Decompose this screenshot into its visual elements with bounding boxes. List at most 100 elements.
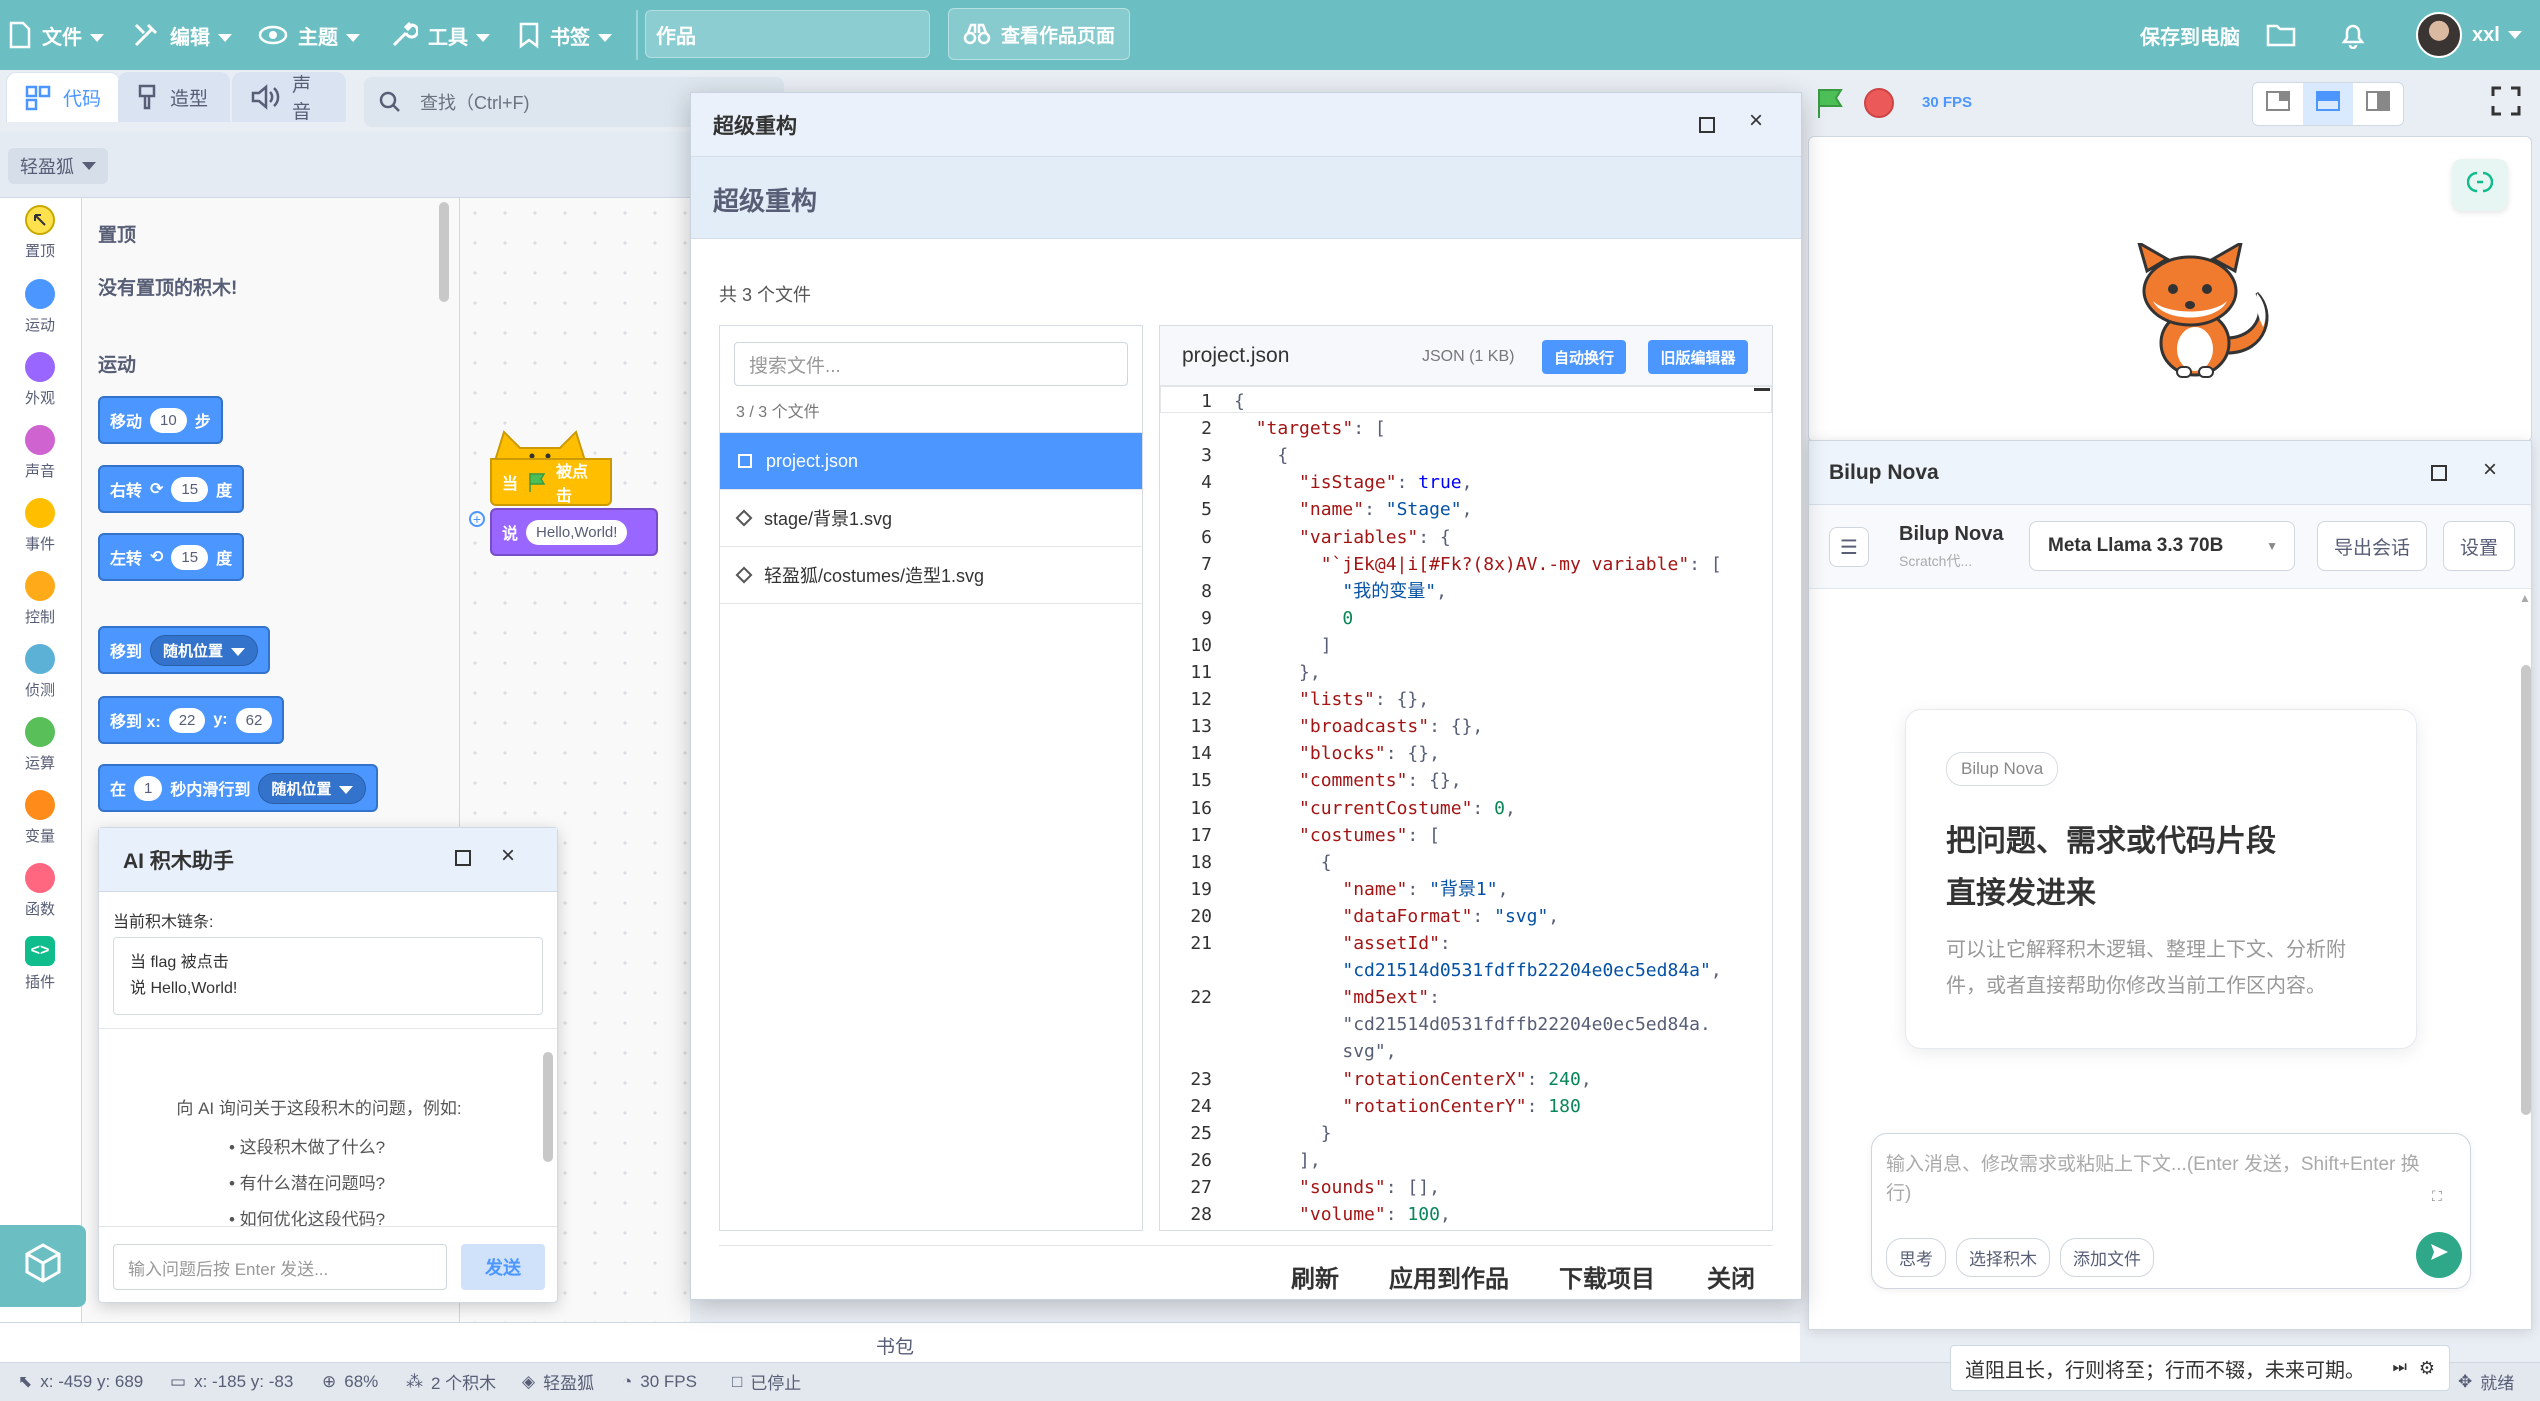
pick-blocks-button[interactable]: 选择积木 [1956, 1238, 2050, 1277]
refresh-button[interactable]: 刷新 [1291, 1259, 1339, 1294]
goto-target-dropdown[interactable]: 随机位置 [150, 634, 259, 666]
category-pinned[interactable]: 置顶 [0, 205, 80, 261]
normal-stage-button[interactable] [2303, 83, 2353, 125]
goto-block[interactable]: 移到 随机位置 [98, 626, 271, 674]
tab-code[interactable]: 代码 [6, 72, 121, 122]
code-line: 23 "rotationCenterX": 240, [1160, 1066, 1770, 1093]
category-events[interactable]: 事件 [0, 498, 80, 554]
ai-helper-input[interactable]: 输入问题后按 Enter 发送... [113, 1244, 447, 1290]
move-steps-block[interactable]: 移动 10 步 [98, 396, 223, 444]
when-flag-clicked-block[interactable]: 当 被点击 [490, 458, 612, 506]
expand-icon[interactable]: ⛶ [2432, 1188, 2442, 1205]
add-comment-icon[interactable]: + [469, 511, 485, 527]
degrees-input[interactable]: 15 [171, 544, 209, 570]
fullscreen-button[interactable] [2484, 82, 2528, 126]
welcome-card: Bilup Nova 把问题、需求或代码片段 直接发进来 可以让它解释积木逻辑、… [1905, 709, 2417, 1049]
maximize-icon[interactable] [1699, 117, 1715, 133]
line-text: "我的变量", [1342, 580, 1447, 602]
theme-menu[interactable]: 主题 [258, 0, 360, 70]
category-sound[interactable]: 声音 [0, 425, 80, 481]
bookmarks-menu[interactable]: 书签 [518, 0, 612, 70]
category-operators[interactable]: 运算 [0, 717, 80, 773]
model-select[interactable]: Meta Llama 3.3 70B ▼ [2029, 521, 2295, 571]
category-control[interactable]: 控制 [0, 571, 80, 627]
nova-scrollbar[interactable] [2521, 665, 2531, 1115]
view-project-button[interactable]: 查看作品页面 [948, 8, 1130, 60]
scroll-up-icon[interactable]: ▲ [2519, 591, 2531, 605]
sprite-select[interactable]: 轻盈狐 [8, 148, 108, 184]
tools-menu[interactable]: 工具 [390, 0, 490, 70]
word-wrap-button[interactable]: 自动换行 [1542, 340, 1626, 374]
project-title-input[interactable]: 作品 [645, 10, 930, 58]
stop-button[interactable] [1864, 88, 1894, 118]
nova-message-input[interactable]: 输入消息、修改需求或粘贴上下文...(Enter 发送，Shift+Enter … [1886, 1150, 2426, 1208]
menu-icon[interactable]: ☰ [1829, 527, 1869, 567]
tab-costumes[interactable]: 造型 [118, 72, 230, 122]
file-item[interactable]: 轻盈狐/costumes/造型1.svg [720, 547, 1142, 604]
user-menu[interactable]: xxl [2416, 0, 2522, 70]
goto-xy-block[interactable]: 移到 x: 22 y: 62 [98, 696, 285, 744]
category-variables[interactable]: 变量 [0, 790, 80, 846]
close-icon[interactable]: × [1749, 107, 1763, 135]
functions-dot-icon [25, 863, 55, 893]
green-flag-button[interactable] [1813, 86, 1847, 126]
fox-sprite[interactable] [2117, 239, 2277, 389]
palette-scrollbar[interactable] [439, 202, 449, 302]
x-input[interactable]: 22 [168, 707, 206, 733]
close-icon[interactable]: × [501, 842, 515, 870]
think-toggle[interactable]: 思考 [1886, 1238, 1946, 1277]
category-motion[interactable]: 运动 [0, 279, 80, 335]
large-stage-button[interactable] [2353, 83, 2403, 125]
maximize-icon[interactable] [455, 850, 471, 866]
say-block[interactable]: 说 Hello,World! [490, 508, 658, 556]
refactor-header: 超级重构 [691, 157, 1801, 239]
apply-to-project-button[interactable]: 应用到作品 [1389, 1259, 1509, 1294]
zoom-level[interactable]: ⊕ 68% [322, 1362, 378, 1401]
glide-target-dropdown[interactable]: 随机位置 [258, 772, 367, 804]
ai-assistant-button[interactable] [2452, 159, 2508, 211]
code-text-area[interactable]: 1{2 "targets": [3 {4 "isStage": true, 5 "… [1160, 388, 1772, 1228]
backpack-bar[interactable]: 书包 [0, 1322, 1800, 1362]
settings-button[interactable]: 设置 [2443, 521, 2516, 571]
legacy-editor-button[interactable]: 旧版编辑器 [1648, 340, 1748, 374]
maximize-icon[interactable] [2431, 465, 2447, 481]
category-extensions[interactable]: <> 插件 [0, 936, 80, 992]
download-project-button[interactable]: 下载项目 [1559, 1259, 1655, 1294]
stage-canvas[interactable] [1808, 136, 2532, 442]
file-item-active[interactable]: project.json [720, 433, 1142, 490]
refactor-titlebar: 超级重构 [691, 93, 1801, 157]
close-icon[interactable]: × [2483, 456, 2497, 484]
skip-icon[interactable]: ⏭ [2392, 1359, 2406, 1377]
y-input[interactable]: 62 [235, 707, 273, 733]
export-session-button[interactable]: 导出会话 [2317, 521, 2428, 571]
file-search-input[interactable]: 搜索文件... [734, 342, 1128, 386]
turn-right-block[interactable]: 右转 ⟳ 15 度 [98, 465, 245, 513]
add-extension-button[interactable] [0, 1225, 86, 1307]
save-button[interactable]: 保存到电脑 [2140, 0, 2240, 70]
file-item[interactable]: stage/背景1.svg [720, 490, 1142, 547]
send-message-button[interactable] [2416, 1232, 2462, 1278]
notifications-button[interactable] [2340, 0, 2366, 70]
category-sensing[interactable]: 侦测 [0, 644, 80, 700]
degrees-input[interactable]: 15 [171, 476, 209, 502]
attach-file-button[interactable]: 添加文件 [2060, 1238, 2154, 1277]
say-text-input[interactable]: Hello,World! [526, 519, 628, 545]
close-dialog-button[interactable]: 关闭 [1707, 1259, 1755, 1294]
turn-left-block[interactable]: 左转 ⟲ 15 度 [98, 533, 245, 581]
send-button[interactable]: 发送 [461, 1244, 545, 1290]
line-text: "cd21514d0531fdffb22204e0ec5ed84a. [1234, 1014, 1711, 1036]
ai-helper-scrollbar[interactable] [543, 1052, 553, 1162]
edit-menu[interactable]: 编辑 [132, 0, 232, 70]
tab-sounds[interactable]: 声音 [232, 72, 346, 123]
small-stage-button[interactable] [2253, 83, 2303, 125]
steps-input[interactable]: 10 [150, 407, 187, 433]
glide-block[interactable]: 在 1 秒内滑行到 随机位置 [98, 764, 379, 812]
editor-toolbar: project.json JSON (1 KB) 自动换行 旧版编辑器 [1160, 326, 1772, 386]
settings-icon[interactable]: ⚙ [2419, 1358, 2435, 1379]
file-menu[interactable]: 文件 [8, 0, 104, 70]
category-looks[interactable]: 外观 [0, 352, 80, 408]
folder-button[interactable] [2266, 0, 2296, 70]
category-functions[interactable]: 函数 [0, 863, 80, 919]
secs-input[interactable]: 1 [134, 775, 163, 801]
avatar [2416, 12, 2462, 58]
